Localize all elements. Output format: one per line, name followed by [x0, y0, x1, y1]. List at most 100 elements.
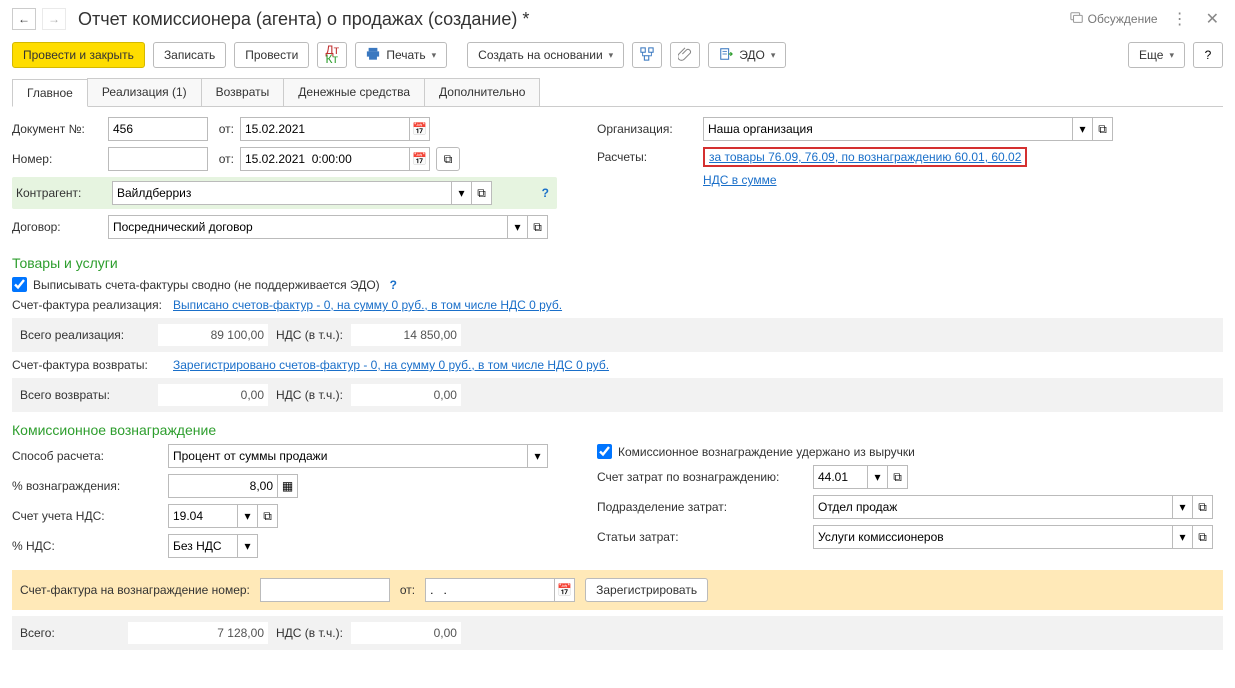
tab-extra[interactable]: Дополнительно — [424, 78, 540, 106]
commission-section-header: Комиссионное вознаграждение — [12, 422, 1223, 438]
nav-forward-button: → — [42, 8, 66, 30]
caret-down-icon: ▾ — [1169, 50, 1174, 61]
caret-down-icon: ▾ — [1179, 530, 1185, 544]
open-button[interactable]: ⧉ — [888, 465, 908, 489]
post-button[interactable]: Провести — [234, 42, 309, 68]
chat-icon — [1070, 11, 1084, 28]
help-button[interactable]: ? — [1193, 42, 1223, 68]
create-based-button[interactable]: Создать на основании ▾ — [467, 42, 624, 68]
nds-account-input[interactable] — [168, 504, 238, 528]
post-and-close-button[interactable]: Провести и закрыть — [12, 42, 145, 68]
calculator-icon: ▦ — [282, 479, 293, 493]
org-input[interactable] — [703, 117, 1073, 141]
dropdown-button[interactable]: ▾ — [1173, 525, 1193, 549]
calendar-button[interactable]: 📅 — [410, 147, 430, 171]
sf-reward-number-input[interactable] — [260, 578, 390, 602]
attach-button[interactable] — [670, 42, 700, 68]
caret-down-icon: ▾ — [1179, 500, 1185, 514]
dtct-button[interactable]: ДтКт — [317, 42, 347, 68]
dropdown-button[interactable]: ▾ — [868, 465, 888, 489]
nds-in-sum-link[interactable]: НДС в сумме — [703, 173, 777, 187]
calendar-button[interactable]: 📅 — [410, 117, 430, 141]
write-sf-checkbox[interactable] — [12, 277, 27, 292]
open-button[interactable]: ⧉ — [1193, 495, 1213, 519]
pct-reward-input[interactable] — [168, 474, 278, 498]
caret-down-icon: ▾ — [244, 509, 250, 523]
page-title: Отчет комиссионера (агента) о продажах (… — [78, 9, 1064, 30]
calendar-icon: 📅 — [412, 152, 427, 166]
kebab-menu[interactable]: ⋮ — [1168, 9, 1192, 29]
dropdown-button[interactable]: ▾ — [238, 504, 258, 528]
calc-link[interactable]: за товары 76.09, 76.09, по вознаграждени… — [703, 147, 1027, 167]
nds-account-label: Счет учета НДС: — [12, 509, 162, 523]
caret-down-icon: ▾ — [432, 50, 437, 61]
edo-button[interactable]: ЭДО ▾ — [708, 42, 786, 68]
from-label: от: — [214, 122, 234, 136]
total-real-value — [158, 324, 268, 346]
write-sf-label: Выписывать счета-фактуры сводно (не подд… — [33, 278, 380, 292]
register-button[interactable]: Зарегистрировать — [585, 578, 708, 602]
help-icon: ? — [1205, 48, 1212, 62]
dropdown-button[interactable]: ▾ — [452, 181, 472, 205]
caret-down-icon: ▾ — [771, 50, 776, 61]
print-button[interactable]: Печать ▾ — [355, 42, 447, 68]
tab-bar: Главное Реализация (1) Возвраты Денежные… — [12, 78, 1223, 107]
docdate-input[interactable] — [240, 117, 410, 141]
cost-item-input[interactable] — [813, 525, 1173, 549]
docno-input[interactable] — [108, 117, 208, 141]
open-icon: ⧉ — [893, 470, 902, 485]
sf-reward-date-input[interactable] — [425, 578, 555, 602]
close-button[interactable]: ✕ — [1202, 9, 1223, 29]
calc-method-label: Способ расчета: — [12, 449, 162, 463]
tab-cash[interactable]: Денежные средства — [283, 78, 425, 106]
write-button[interactable]: Записать — [153, 42, 226, 68]
calendar-icon: 📅 — [557, 583, 572, 597]
sf-real-link[interactable]: Выписано счетов-фактур - 0, на сумму 0 р… — [173, 298, 562, 312]
commission-held-checkbox[interactable] — [597, 444, 612, 459]
number-input[interactable] — [108, 147, 208, 171]
calendar-button[interactable]: 📅 — [555, 578, 575, 602]
sf-ret-link[interactable]: Зарегистрировано счетов-фактур - 0, на с… — [173, 358, 609, 372]
dropdown-button[interactable]: ▾ — [508, 215, 528, 239]
open-button[interactable]: ⧉ — [258, 504, 278, 528]
caret-down-icon: ▾ — [244, 539, 250, 553]
open-icon: ⧉ — [1098, 122, 1107, 137]
caret-down-icon: ▾ — [609, 50, 614, 61]
dropdown-button[interactable]: ▾ — [1173, 495, 1193, 519]
tab-returns[interactable]: Возвраты — [201, 78, 285, 106]
open-button[interactable]: ⧉ — [1193, 525, 1213, 549]
structure-button[interactable] — [632, 42, 662, 68]
number-label: Номер: — [12, 152, 102, 166]
numdate-input[interactable] — [240, 147, 410, 171]
pct-nds-label: % НДС: — [12, 539, 162, 553]
pct-nds-input[interactable] — [168, 534, 238, 558]
total-label: Всего: — [20, 626, 120, 640]
counterparty-input[interactable] — [112, 181, 452, 205]
nav-back-button[interactable]: ← — [12, 8, 36, 30]
caret-down-icon: ▾ — [534, 449, 540, 463]
open-icon: ⧉ — [477, 186, 486, 201]
dtct-icon: ДтКт — [326, 46, 340, 64]
sf-reward-label: Счет-фактура на вознаграждение номер: — [20, 583, 250, 597]
numdate-expand-button[interactable]: ⧉ — [436, 147, 460, 171]
write-sf-help[interactable]: ? — [386, 278, 401, 292]
open-button[interactable]: ⧉ — [528, 215, 548, 239]
calendar-icon: 📅 — [412, 122, 427, 136]
nds-label-3: НДС (в т.ч.): — [276, 626, 343, 640]
calculator-button[interactable]: ▦ — [278, 474, 298, 498]
open-button[interactable]: ⧉ — [472, 181, 492, 205]
calc-method-input[interactable] — [168, 444, 528, 468]
more-button[interactable]: Еще ▾ — [1128, 42, 1185, 68]
dropdown-button[interactable]: ▾ — [1073, 117, 1093, 141]
cost-dept-input[interactable] — [813, 495, 1173, 519]
counterparty-help[interactable]: ? — [538, 186, 553, 200]
tab-realization[interactable]: Реализация (1) — [87, 78, 202, 106]
dropdown-button[interactable]: ▾ — [528, 444, 548, 468]
cost-account-input[interactable] — [813, 465, 868, 489]
dropdown-button[interactable]: ▾ — [238, 534, 258, 558]
open-button[interactable]: ⧉ — [1093, 117, 1113, 141]
tab-main[interactable]: Главное — [12, 79, 88, 107]
sf-ret-label: Счет-фактура возвраты: — [12, 358, 167, 372]
discuss-button[interactable]: Обсуждение — [1070, 11, 1158, 28]
contract-input[interactable] — [108, 215, 508, 239]
